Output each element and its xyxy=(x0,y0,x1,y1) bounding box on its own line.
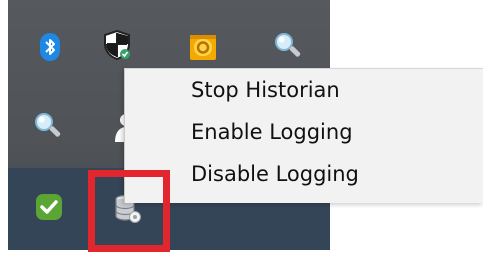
bluetooth-icon[interactable] xyxy=(33,30,67,64)
highlight-annotation-box xyxy=(88,170,170,252)
menu-item-stop-historian[interactable]: Stop Historian xyxy=(191,73,340,107)
screenshot-stage: Stop Historian Enable Logging Disable Lo… xyxy=(0,0,483,253)
context-menu: Stop Historian Enable Logging Disable Lo… xyxy=(124,68,483,203)
windows-security-shield-icon[interactable] xyxy=(100,28,134,62)
magnifier-icon[interactable] xyxy=(270,28,304,62)
menu-item-disable-logging[interactable]: Disable Logging xyxy=(191,157,359,191)
outlook-icon[interactable] xyxy=(186,30,220,64)
menu-item-enable-logging[interactable]: Enable Logging xyxy=(191,115,353,149)
green-check-icon[interactable] xyxy=(32,190,66,224)
magnifier-icon[interactable] xyxy=(30,108,64,142)
